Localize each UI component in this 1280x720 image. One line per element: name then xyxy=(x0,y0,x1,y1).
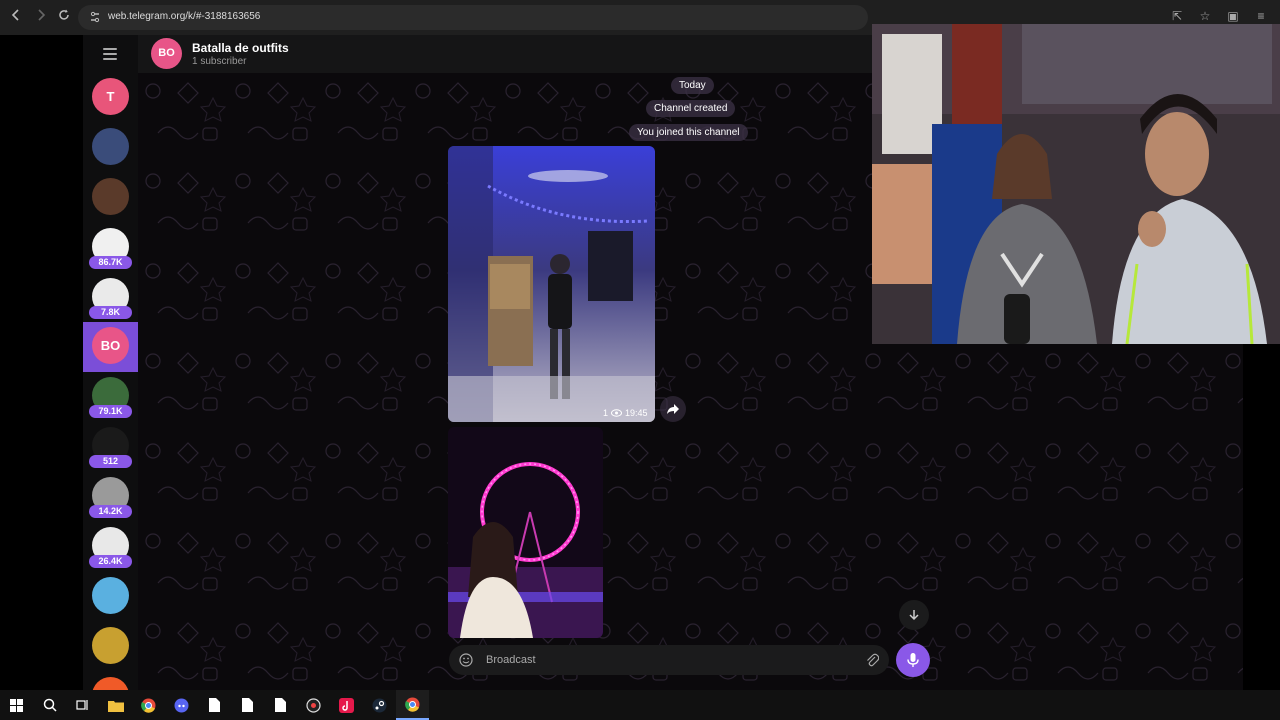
taskbar-steam[interactable] xyxy=(363,690,396,720)
unread-badge: 512 xyxy=(89,455,132,468)
chat-avatar xyxy=(92,128,129,165)
arrow-left-icon xyxy=(11,9,19,21)
service-message-channel-created: Channel created xyxy=(646,100,736,117)
sidebar-chat-item[interactable] xyxy=(83,173,138,223)
taskbar-file-explorer[interactable] xyxy=(99,690,132,720)
arrow-down-icon xyxy=(909,610,919,621)
sidebar-chat-item[interactable] xyxy=(83,572,138,622)
webcam-video xyxy=(872,24,1280,344)
taskbar-app-capture[interactable] xyxy=(297,690,330,720)
eye-icon xyxy=(611,409,623,417)
sidebar-chat-item[interactable] xyxy=(83,123,138,173)
chat-avatar xyxy=(92,577,129,614)
sidebar-chat-item[interactable]: 79.1K xyxy=(83,372,138,422)
view-count: 1 xyxy=(603,408,609,418)
forward-button[interactable] xyxy=(660,396,686,422)
record-voice-button[interactable] xyxy=(896,643,930,677)
unread-badge: 86.7K xyxy=(89,256,132,269)
taskbar-file-1[interactable] xyxy=(198,690,231,720)
arrow-right-icon xyxy=(38,9,46,21)
microphone-icon xyxy=(907,653,919,667)
steam-icon xyxy=(372,698,387,712)
chat-avatar xyxy=(92,627,129,664)
bookmark-star-icon[interactable]: ☆ xyxy=(1198,9,1212,23)
tiktok-icon xyxy=(339,697,354,713)
windows-taskbar xyxy=(0,690,1280,720)
chrome-icon xyxy=(141,698,156,713)
message-composer[interactable]: Broadcast xyxy=(449,645,889,675)
task-view-button[interactable] xyxy=(66,690,99,720)
left-margin xyxy=(0,35,83,690)
hamburger-menu-icon[interactable] xyxy=(103,48,117,60)
scroll-down-button[interactable] xyxy=(899,600,929,630)
taskbar-chrome-active[interactable] xyxy=(396,690,429,720)
file-icon xyxy=(275,698,286,712)
chat-avatar: T xyxy=(92,78,129,115)
site-info-icon[interactable] xyxy=(88,10,102,24)
sidebar-chat-item[interactable]: 86.7K xyxy=(83,223,138,273)
attach-icon[interactable] xyxy=(865,653,879,667)
windows-logo-icon xyxy=(10,698,23,712)
message-time: 19:45 xyxy=(625,408,648,418)
capture-app-icon xyxy=(306,697,321,713)
taskbar-tiktok[interactable] xyxy=(330,690,363,720)
chat-header[interactable]: BO Batalla de outfits 1 subscriber xyxy=(138,35,872,73)
webcam-overlay xyxy=(872,24,1280,344)
emoji-icon[interactable] xyxy=(459,653,473,667)
sidebar-chat-item[interactable]: 512 xyxy=(83,422,138,472)
sidebar-chat-item[interactable]: 14.2K xyxy=(83,472,138,522)
task-view-icon xyxy=(75,700,88,710)
sidebar-chat-item[interactable] xyxy=(83,622,138,672)
channel-avatar[interactable]: BO xyxy=(151,38,182,69)
right-margin xyxy=(1243,344,1280,690)
broadcast-input[interactable]: Broadcast xyxy=(486,654,536,666)
extensions-icon[interactable]: ▣ xyxy=(1226,9,1240,23)
taskbar-chrome[interactable] xyxy=(132,690,165,720)
install-app-icon[interactable]: ⇱ xyxy=(1170,9,1184,23)
unread-badge: 79.1K xyxy=(89,405,132,418)
folder-icon xyxy=(107,700,124,712)
unread-badge: 7.8K xyxy=(89,306,132,319)
unread-badge: 14.2K xyxy=(89,505,132,518)
date-separator: Today xyxy=(671,77,714,94)
taskbar-discord[interactable] xyxy=(165,690,198,720)
profile-menu-icon[interactable]: ≡ xyxy=(1254,9,1268,23)
video-meta: 1 19:45 xyxy=(603,408,648,418)
video-thumbnail xyxy=(448,146,655,422)
subscriber-count: 1 subscriber xyxy=(192,56,247,67)
sidebar-chat-item[interactable]: T xyxy=(83,73,138,123)
forward-button[interactable] xyxy=(35,8,47,24)
start-button[interactable] xyxy=(0,690,33,720)
photo-thumbnail xyxy=(448,427,603,638)
sidebar-chat-item[interactable]: BO xyxy=(83,322,138,372)
video-message[interactable]: 1 19:45 xyxy=(448,146,655,422)
address-bar[interactable]: web.telegram.org/k/#-3188163656 xyxy=(78,5,868,30)
file-icon xyxy=(242,698,253,712)
reload-icon xyxy=(59,9,69,20)
search-icon xyxy=(43,698,57,712)
sidebar-chat-item[interactable] xyxy=(83,672,138,690)
taskbar-file-3[interactable] xyxy=(264,690,297,720)
url-text: web.telegram.org/k/#-3188163656 xyxy=(108,11,261,22)
back-button[interactable] xyxy=(10,8,22,24)
channel-title[interactable]: Batalla de outfits xyxy=(192,41,289,55)
reload-button[interactable] xyxy=(58,8,70,24)
chat-folder-sidebar: T 86.7K 7.8K BO 79.1K 512 14.2K 26.4K xyxy=(83,35,138,690)
sidebar-chat-item[interactable]: 26.4K xyxy=(83,522,138,572)
chat-avatar: BO xyxy=(92,327,129,364)
chrome-icon xyxy=(405,697,420,712)
taskbar-file-2[interactable] xyxy=(231,690,264,720)
photo-message[interactable] xyxy=(448,427,603,638)
discord-icon xyxy=(174,698,189,712)
unread-badge: 26.4K xyxy=(89,555,132,568)
share-arrow-icon xyxy=(667,404,679,414)
search-button[interactable] xyxy=(33,690,66,720)
service-message-joined: You joined this channel xyxy=(629,124,748,141)
chat-avatar xyxy=(92,178,129,215)
chat-avatar xyxy=(92,677,129,690)
file-icon xyxy=(209,698,220,712)
sidebar-chat-item[interactable]: 7.8K xyxy=(83,273,138,323)
